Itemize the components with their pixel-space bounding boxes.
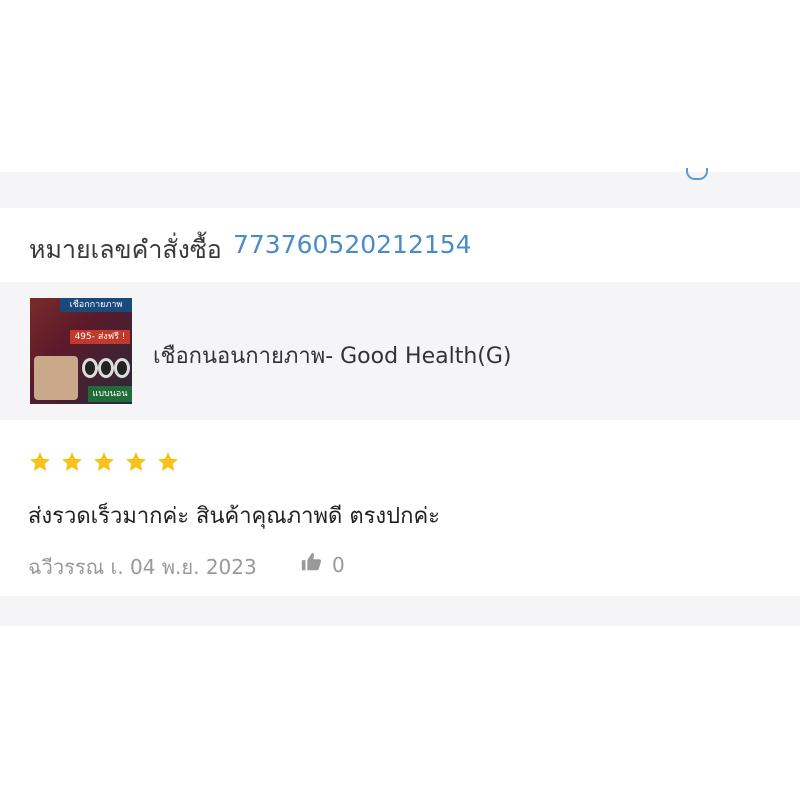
thumbnail-top-text: เชือกกายภาพ	[60, 298, 132, 312]
top-separator-band	[0, 168, 800, 208]
rating-stars	[28, 450, 180, 474]
bead-icon	[114, 358, 130, 378]
thumbs-up-icon[interactable]	[300, 551, 322, 578]
product-row[interactable]: เชือกกายภาพ 495- ส่งฟรี ! แบบนอน เชือกนอ…	[0, 282, 800, 420]
review-comment: ส่งรวดเร็วมากค่ะ สินค้าคุณภาพดี ตรงปกค่ะ	[28, 504, 440, 529]
like-button[interactable]: 0	[300, 551, 345, 578]
thumbnail-bottom-text: แบบนอน	[88, 386, 132, 402]
thumbnail-photo	[34, 356, 78, 400]
star-icon	[62, 452, 82, 471]
order-number-link[interactable]: 773760520212154	[233, 230, 472, 259]
bead-icon	[82, 358, 98, 378]
review-author-date: ฉวีวรรณ เ. 04 พ.ย. 2023	[28, 555, 257, 579]
star-icon	[94, 452, 114, 471]
bottom-separator-band	[0, 596, 800, 626]
product-thumbnail[interactable]: เชือกกายภาพ 495- ส่งฟรี ! แบบนอน	[30, 298, 132, 404]
bead-icon	[98, 358, 114, 378]
order-number-label: หมายเลขคำสั่งซื้อ	[29, 235, 222, 264]
thumbnail-beads	[82, 350, 130, 380]
star-icon	[126, 452, 146, 471]
order-number-row: หมายเลขคำสั่งซื้อ 773760520212154	[0, 208, 800, 282]
star-icon	[158, 452, 178, 471]
thumbnail-price-text: 495- ส่งฟรี !	[70, 330, 130, 344]
star-icon	[30, 452, 50, 471]
product-name[interactable]: เชือกนอนกายภาพ- Good Health(G)	[153, 338, 512, 373]
partial-icon	[686, 168, 708, 180]
like-count: 0	[332, 552, 345, 577]
